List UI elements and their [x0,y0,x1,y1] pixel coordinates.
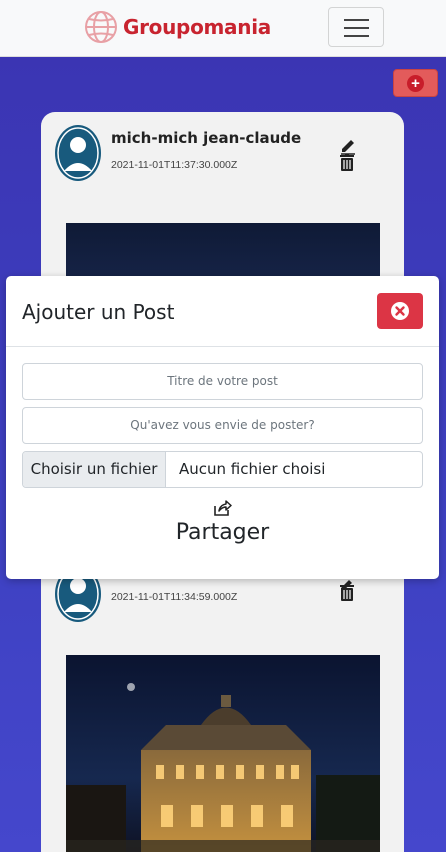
post-card: mich-mich jean-claude 2021-11-01T11:37:3… [41,112,404,292]
post-card: 2021-11-01T11:34:59.000Z [41,560,404,852]
brand-name: Groupomania [123,15,271,39]
plus-circle-icon: + [407,74,424,92]
post-date: 2021-11-01T11:37:30.000Z [111,159,238,171]
modal-title: Ajouter un Post [22,300,175,324]
share-button[interactable]: Partager [6,520,439,545]
choose-file-button[interactable]: Choisir un fichier [23,452,166,487]
post-content-input[interactable]: Qu'avez vous envie de poster? [22,407,423,444]
trash-icon[interactable] [339,154,355,172]
hamburger-icon [344,19,369,21]
post-image [66,655,380,852]
menu-toggle-button[interactable] [328,7,384,47]
add-post-button[interactable]: + [393,69,438,97]
building-photo [66,655,380,852]
brand[interactable]: Groupomania [84,10,271,44]
avatar-icon [55,125,101,181]
close-button[interactable] [377,293,423,329]
post-date: 2021-11-01T11:34:59.000Z [111,591,238,603]
share-icon[interactable] [212,498,232,518]
edit-icon[interactable] [339,137,357,155]
navbar: Groupomania [0,0,446,57]
hamburger-icon-line [344,27,369,29]
file-input[interactable]: Choisir un fichier Aucun fichier choisi [22,451,423,488]
add-post-modal: Ajouter un Post Titre de votre post Qu'a… [6,276,439,579]
trash-icon[interactable] [339,584,355,602]
post-author[interactable]: mich-mich jean-claude [111,129,301,147]
file-status: Aucun fichier choisi [179,460,326,478]
modal-header: Ajouter un Post [6,276,439,347]
close-circle-icon [391,302,409,320]
hamburger-icon-line [344,35,369,37]
post-title-input[interactable]: Titre de votre post [22,363,423,400]
globe-logo-icon [85,11,117,43]
